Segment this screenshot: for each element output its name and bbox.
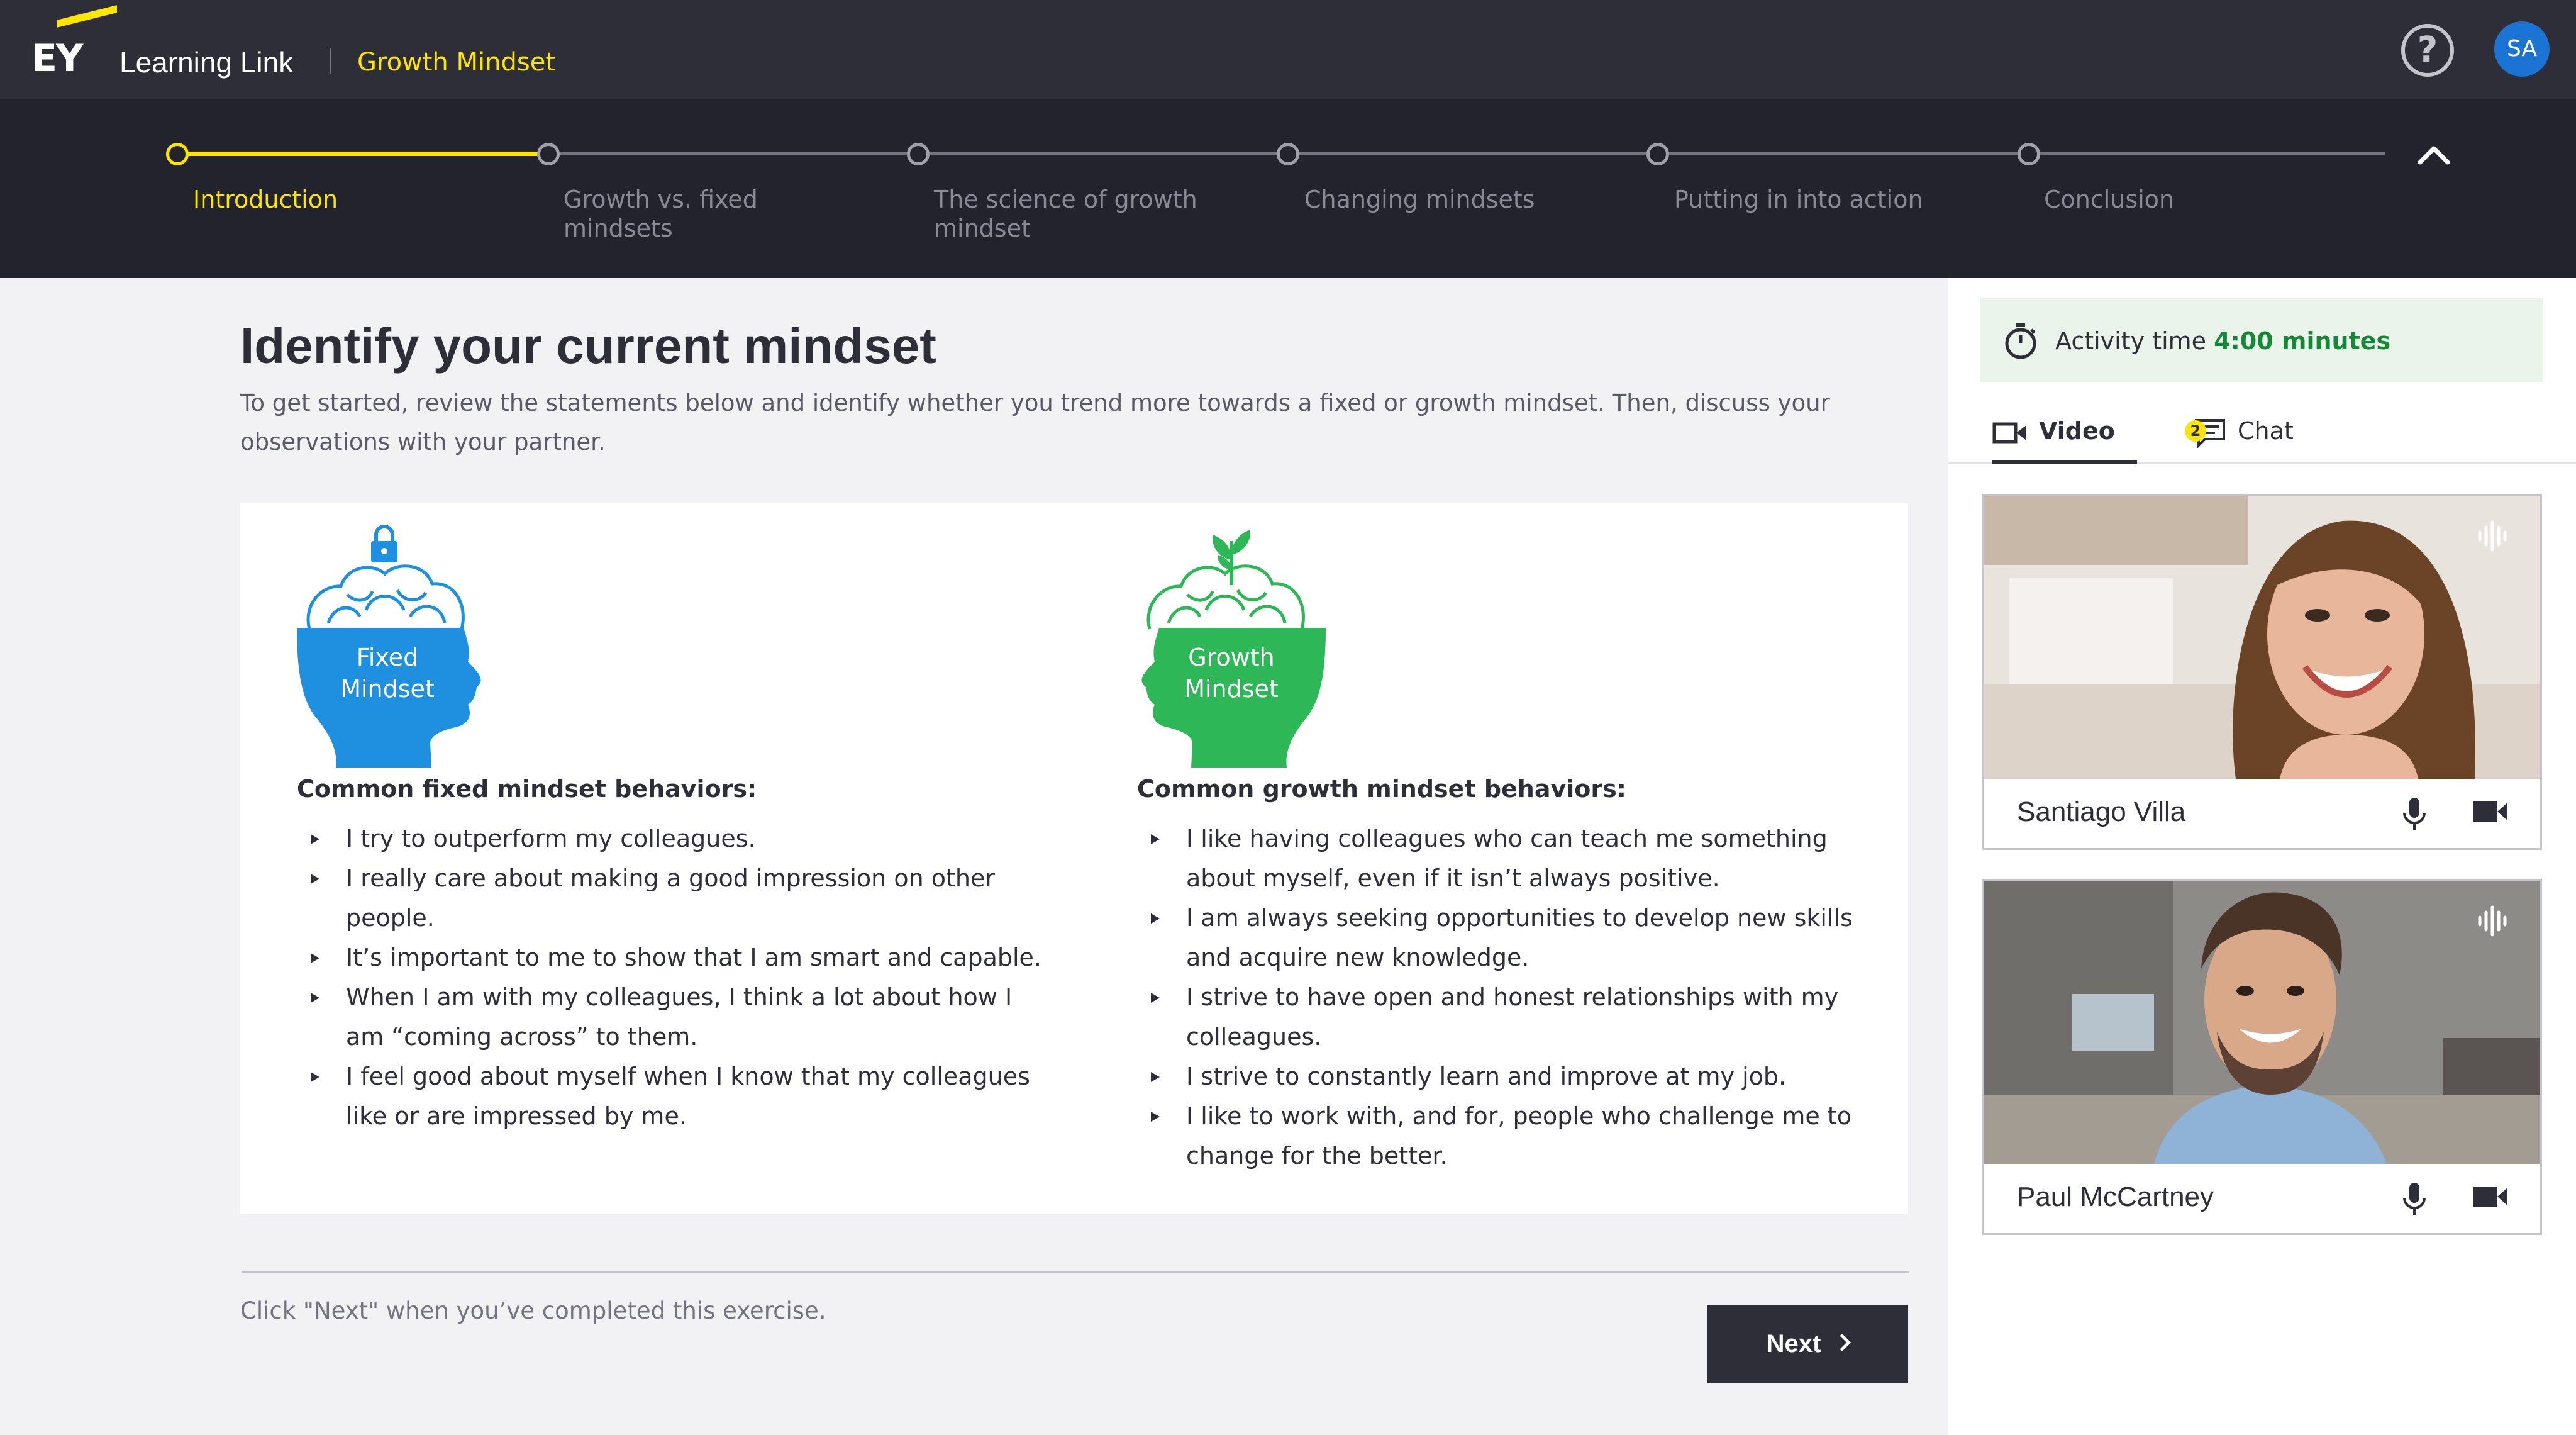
top-bar: EY Learning Link Growth Mindset ? SA [0,0,2576,99]
participant-tile[interactable]: Paul McCartney [1982,879,2542,1235]
growth-mindset-label: Growth Mindset [1169,642,1294,705]
module-title: Growth Mindset [357,48,555,77]
fixed-mindset-label: Fixed Mindset [325,642,450,705]
title-divider [330,48,331,74]
list-item: I like having colleagues who can teach m… [1151,819,1892,898]
growth-label-line2: Mindset [1184,675,1279,703]
footer-note: Click "Next" when you’ve completed this … [240,1297,826,1324]
list-item: I like to work with, and for, people who… [1151,1097,1892,1176]
microphone-icon[interactable] [2402,1181,2427,1217]
list-item: I try to outperform my colleagues. [311,819,1052,859]
next-button-label: Next [1766,1330,1821,1358]
stopwatch-icon [2005,323,2036,359]
logo-text: EY [31,36,83,81]
activity-time-value: 4:00 minutes [2214,327,2391,355]
tab-video-label: Video [2039,417,2115,445]
fixed-mindset-head-icon: Fixed Mindset [297,516,486,768]
list-item: I am always seeking opportunities to dev… [1151,898,1892,978]
footer-divider [242,1271,1909,1273]
list-item: When I am with my colleagues, I think a … [311,978,1052,1057]
tab-video[interactable]: Video [1992,398,2137,464]
microphone-icon[interactable] [2402,796,2427,832]
stepper-progress [177,152,548,156]
app-title: Learning Link [119,46,294,79]
video-camera-icon [1992,422,2026,443]
participant-video-feed [1984,496,2540,779]
list-item: I strive to have open and honest relatio… [1151,978,1892,1057]
logo-beam [57,5,117,28]
mindset-card: Fixed Mindset Common fixed mindset behav… [240,503,1908,1214]
step-node-introduction[interactable] [166,143,189,165]
tab-chat-label: Chat [2238,417,2294,445]
ey-logo[interactable]: EY [31,5,117,83]
tab-chat[interactable]: Chat [2194,398,2332,464]
user-avatar[interactable]: SA [2494,21,2550,77]
intro-text: To get started, review the statements be… [240,389,1830,455]
camera-icon[interactable] [2472,799,2509,824]
help-icon[interactable]: ? [2401,24,2454,77]
step-node-conclusion[interactable] [2018,143,2040,165]
step-node-science[interactable] [907,143,930,165]
growth-mindset-head-icon: Growth Mindset [1137,516,1326,768]
participant-video-feed [1984,881,2540,1164]
audio-wave-icon [2478,520,2507,552]
main-content: Identify your current mindset To get sta… [0,278,1948,1435]
camera-icon[interactable] [2472,1184,2509,1209]
step-label-introduction[interactable]: Introduction [193,185,489,214]
step-label-changing[interactable]: Changing mindsets [1304,185,1600,214]
step-node-growth-vs-fixed[interactable] [537,143,560,165]
fixed-label-line2: Mindset [340,675,435,703]
step-label-action[interactable]: Putting in into action [1674,185,1970,214]
activity-label: Activity time 4:00 minutes [2055,327,2390,355]
audio-wave-icon [2478,905,2507,937]
fixed-mindset-column: Fixed Mindset Common fixed mindset behav… [297,516,1052,1136]
chat-unread-badge: 2 [2185,420,2206,442]
progress-stepper: Introduction Growth vs. fixed mindsets T… [0,99,2576,278]
growth-mindset-column: Growth Mindset Common growth mindset beh… [1137,516,1892,1176]
step-label-science[interactable]: The science of growth mindset [934,185,1204,243]
activity-label-text: Activity time [2055,327,2207,355]
step-node-changing[interactable] [1277,143,1299,165]
list-item: I feel good about myself when I know tha… [311,1057,1052,1136]
growth-behaviors-list: I like having colleagues who can teach m… [1151,819,1892,1176]
page-title: Identify your current mindset [240,318,936,374]
participant-tile[interactable]: Santiago Villa [1982,494,2542,850]
step-label-growth-vs-fixed[interactable]: Growth vs. fixed mindsets [564,185,859,243]
list-item: I really care about making a good impres… [311,859,1052,938]
next-button[interactable]: Next [1707,1305,1908,1383]
participant-name: Santiago Villa [2017,796,2186,827]
fixed-label-line1: Fixed [356,644,419,671]
fixed-behaviors-list: I try to outperform my colleagues. I rea… [311,819,1052,1136]
chevron-right-icon [1833,1334,1852,1352]
growth-behaviors-heading: Common growth mindset behaviors: [1137,775,1626,803]
growth-label-line1: Growth [1188,644,1275,671]
right-sidebar: Activity time 4:00 minutes Video 2 Chat [1948,278,2576,1435]
list-item: It’s important to me to show that I am s… [311,938,1052,978]
participant-name: Paul McCartney [2017,1181,2214,1212]
collapse-chevron-icon[interactable] [2415,137,2453,175]
step-label-conclusion[interactable]: Conclusion [2044,185,2340,214]
step-node-action[interactable] [1646,143,1669,165]
media-tabs: Video 2 Chat [1948,398,2576,464]
list-item: I strive to constantly learn and improve… [1151,1057,1892,1097]
activity-timer: Activity time 4:00 minutes [1980,298,2543,382]
fixed-behaviors-heading: Common fixed mindset behaviors: [297,775,757,803]
